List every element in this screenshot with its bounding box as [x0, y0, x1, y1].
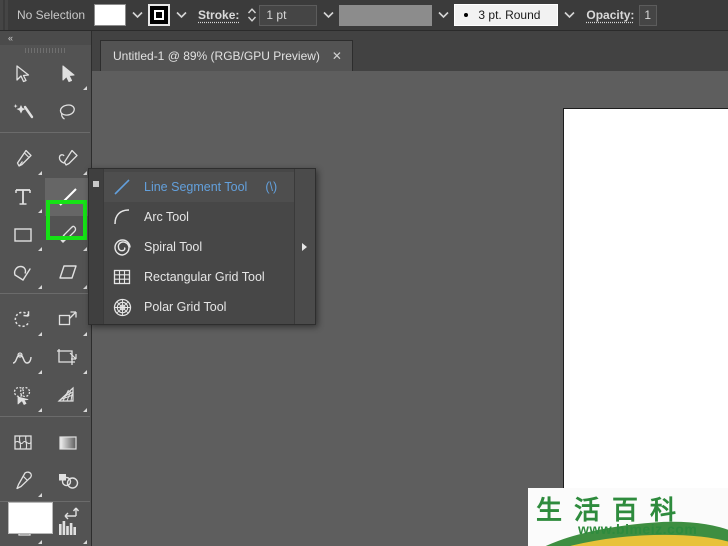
arc-icon [110, 206, 134, 228]
flyout-item-label: Line Segment Tool [144, 180, 248, 194]
tool-flyout-indicator-icon [38, 370, 42, 374]
line-segment-icon [110, 176, 134, 198]
flyout-item-spiral-tool[interactable]: Spiral Tool [104, 232, 294, 262]
opacity-input[interactable]: 1 [639, 4, 658, 26]
selection-tool[interactable] [0, 55, 45, 93]
tool-flyout-indicator-icon [83, 408, 87, 412]
brush-definition-chevron-down-icon[interactable] [558, 3, 580, 27]
fill-stroke-swatch[interactable] [8, 502, 53, 534]
flyout-item-polar-grid-tool[interactable]: Polar Grid Tool [104, 292, 294, 322]
tool-flyout-indicator-icon [83, 332, 87, 336]
stroke-weight-label[interactable]: Stroke: [192, 8, 245, 22]
stroke-weight-input[interactable]: 1 pt [259, 4, 318, 26]
tool-flyout-indicator-icon [38, 209, 42, 213]
stroke-chevron-down-icon[interactable] [170, 3, 192, 27]
double-chevron-left-icon: « [8, 33, 13, 43]
width-tool[interactable] [0, 339, 45, 377]
rectangular-grid-icon [110, 266, 134, 288]
flyout-tearoff-strip[interactable] [89, 169, 104, 324]
artboard[interactable] [563, 108, 728, 546]
tool-grid [0, 55, 90, 546]
flyout-item-label: Spiral Tool [144, 240, 203, 254]
tool-flyout-indicator-icon [83, 247, 87, 251]
flyout-item-arc-tool[interactable]: Arc Tool [104, 202, 294, 232]
magic-wand-tool[interactable] [0, 93, 45, 131]
type-tool[interactable] [0, 178, 45, 216]
lasso-tool[interactable] [45, 93, 90, 131]
tearoff-handle-icon [93, 181, 99, 187]
blend-tool[interactable] [45, 462, 90, 500]
line-tool-flyout-menu: Line Segment Tool (\) Arc Tool Spiral To… [88, 168, 316, 325]
brush-definition-select[interactable]: 3 pt. Round [454, 4, 559, 26]
stroke-weight-stepper[interactable] [245, 4, 259, 26]
tool-group-separator [0, 293, 90, 301]
spiral-icon [110, 236, 134, 258]
paintbrush-tool[interactable] [45, 216, 90, 254]
tool-group-separator [0, 132, 90, 140]
curvature-tool[interactable] [45, 140, 90, 178]
rotate-tool[interactable] [0, 301, 45, 339]
flyout-item-label: Rectangular Grid Tool [144, 270, 265, 284]
control-bar-grip[interactable] [0, 0, 9, 30]
rectangle-tool[interactable] [0, 216, 45, 254]
illustrator-window: No Selection Stroke: 1 pt 3 pt. Round Op… [0, 0, 728, 546]
document-tab[interactable]: Untitled-1 @ 89% (RGB/GPU Preview) ✕ [100, 40, 353, 71]
shaper-tool[interactable] [0, 254, 45, 292]
tool-group-separator [0, 416, 90, 424]
brush-definition-value: 3 pt. Round [478, 8, 541, 22]
flyout-item-label: Arc Tool [144, 210, 189, 224]
gradient-tool[interactable] [45, 424, 90, 462]
watermark-char: 生 [536, 496, 565, 526]
flyout-item-label: Polar Grid Tool [144, 300, 227, 314]
tools-panel-collapse-button[interactable]: « [0, 31, 91, 45]
polar-grid-icon [110, 296, 134, 318]
variable-width-profile-input[interactable] [339, 4, 433, 26]
control-options-bar: No Selection Stroke: 1 pt 3 pt. Round Op… [0, 0, 728, 31]
perspective-grid-tool[interactable] [45, 377, 90, 415]
eraser-tool[interactable] [45, 254, 90, 292]
flyout-item-rectangular-grid-tool[interactable]: Rectangular Grid Tool [104, 262, 294, 292]
direct-selection-tool[interactable] [45, 55, 90, 93]
tool-flyout-indicator-icon [38, 493, 42, 497]
flyout-item-shortcut: (\) [265, 180, 278, 194]
tool-flyout-indicator-icon [38, 171, 42, 175]
tool-flyout-indicator-icon [83, 370, 87, 374]
tool-flyout-indicator-icon [38, 408, 42, 412]
scale-tool[interactable] [45, 301, 90, 339]
close-icon[interactable]: ✕ [332, 50, 342, 62]
tool-flyout-indicator-icon [38, 285, 42, 289]
flyout-item-line-segment-tool[interactable]: Line Segment Tool (\) [104, 172, 294, 202]
variable-width-chevron-down-icon[interactable] [432, 3, 454, 27]
document-tab-bar: Untitled-1 @ 89% (RGB/GPU Preview) ✕ [91, 31, 728, 72]
stroke-color-swatch[interactable] [148, 4, 171, 26]
watermark: 生 活 百 科 www.bimeiz.com [528, 488, 728, 546]
stroke-weight-chevron-down-icon[interactable] [317, 3, 339, 27]
panel-grip-icon[interactable] [0, 45, 91, 55]
document-tab-title: Untitled-1 @ 89% (RGB/GPU Preview) [113, 49, 320, 63]
tool-flyout-indicator-icon [83, 86, 87, 90]
fill-chevron-down-icon[interactable] [126, 3, 148, 27]
line-segment-tool[interactable] [45, 178, 90, 216]
eyedropper-tool[interactable] [0, 462, 45, 500]
submenu-arrow-icon [302, 242, 307, 251]
fill-stroke-controls [0, 498, 90, 546]
watermark-url: www.bimeiz.com [578, 521, 698, 537]
mesh-tool[interactable] [0, 424, 45, 462]
pen-tool[interactable] [0, 140, 45, 178]
tool-flyout-indicator-icon [38, 332, 42, 336]
free-transform-tool[interactable] [45, 339, 90, 377]
opacity-label[interactable]: Opacity: [580, 8, 639, 22]
tool-flyout-indicator-icon [38, 247, 42, 251]
fill-color-swatch[interactable] [94, 4, 127, 26]
brush-preview-dot-icon [464, 13, 469, 17]
selection-status-label: No Selection [17, 8, 86, 22]
swap-fill-stroke-icon [64, 507, 80, 520]
tool-flyout-indicator-icon [83, 209, 87, 213]
tools-panel: « [0, 31, 92, 546]
tool-flyout-indicator-icon [83, 285, 87, 289]
tool-flyout-indicator-icon [83, 171, 87, 175]
shape-builder-tool[interactable] [0, 377, 45, 415]
flyout-item-list: Line Segment Tool (\) Arc Tool Spiral To… [104, 169, 294, 324]
flyout-submenu-strip[interactable] [294, 169, 315, 324]
